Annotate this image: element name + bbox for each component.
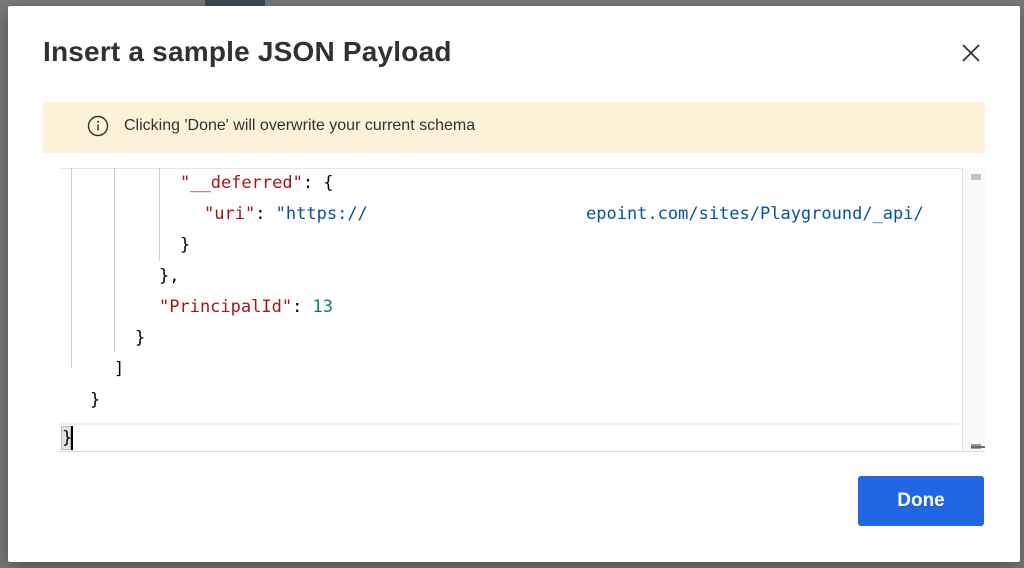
code-line: } xyxy=(90,390,101,410)
json-string: epoint.com/sites/Playground/_api/ xyxy=(586,204,924,224)
code-line: } xyxy=(135,328,146,348)
code-line: ] xyxy=(114,359,125,379)
code-line: "uri": "https:// xyxy=(204,199,368,230)
json-punct: : xyxy=(292,297,313,317)
code-line: "PrincipalId": 13 xyxy=(159,292,333,323)
json-string: "https:// xyxy=(275,204,368,224)
text-cursor xyxy=(71,426,73,450)
code-line: }, xyxy=(159,266,180,286)
indent-guide xyxy=(71,168,72,368)
json-punct: : xyxy=(255,204,276,224)
json-key: "uri" xyxy=(204,204,256,224)
indent-guide xyxy=(159,168,160,261)
scrollbar-cursor-marker xyxy=(971,446,985,448)
scrollbar-top-marker xyxy=(971,174,981,180)
info-icon xyxy=(87,115,109,137)
json-key: "PrincipalId" xyxy=(159,297,293,317)
json-payload-dialog: Insert a sample JSON Payload Clicking 'D… xyxy=(8,6,1020,562)
editor-bottom-border xyxy=(59,451,985,452)
done-button[interactable]: Done xyxy=(858,476,984,526)
dialog-title: Insert a sample JSON Payload xyxy=(43,36,452,67)
json-editor[interactable]: "__deferred": { "uri": "https:// epoint.… xyxy=(59,168,985,452)
code-line: "__deferred": { xyxy=(180,168,334,199)
json-number: 13 xyxy=(312,297,334,317)
code-line: } xyxy=(180,235,191,255)
json-punct: : { xyxy=(302,173,334,193)
indent-guide xyxy=(114,168,115,352)
banner-message: Clicking 'Done' will overwrite your curr… xyxy=(124,117,476,134)
close-icon[interactable] xyxy=(958,40,984,66)
current-line-highlight xyxy=(59,423,959,452)
warning-banner: Clicking 'Done' will overwrite your curr… xyxy=(43,102,985,153)
editor-scrollbar[interactable] xyxy=(962,168,985,452)
json-key: "__deferred" xyxy=(180,173,303,193)
